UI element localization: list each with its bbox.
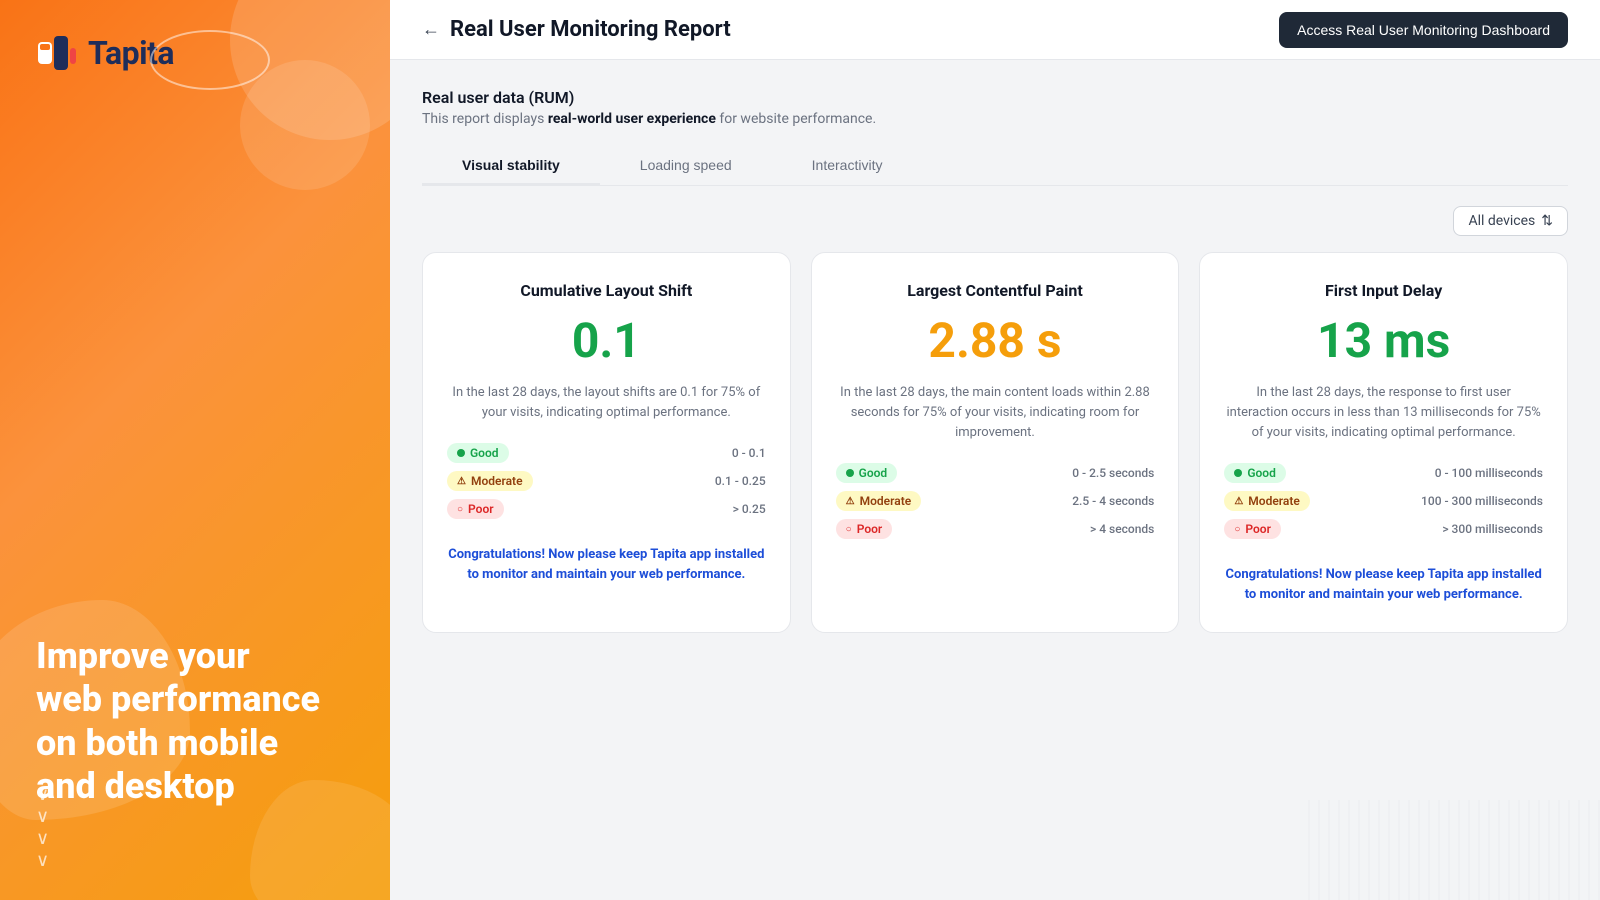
lcp-badge-poor: ○ Poor xyxy=(836,519,893,539)
fid-range-moderate: 100 - 300 milliseconds xyxy=(1421,494,1543,508)
cls-ratings: Good 0 - 0.1 ⚠ Moderate 0.1 - 0.25 ○ xyxy=(447,443,766,527)
fid-congrats: Congratulations! Now please keep Tapita … xyxy=(1224,565,1543,604)
tagline-text: Improve yourweb performanceon both mobil… xyxy=(36,635,354,808)
cls-badge-moderate: ⚠ Moderate xyxy=(447,471,533,491)
cls-description: In the last 28 days, the layout shifts a… xyxy=(447,383,766,423)
rum-section-title: Real user data (RUM) xyxy=(422,88,1568,107)
fid-rating-good: Good 0 - 100 milliseconds xyxy=(1224,463,1543,483)
fid-badge-good: Good xyxy=(1224,463,1286,483)
logo-area: Tapita xyxy=(36,32,354,74)
fid-range-poor: > 300 milliseconds xyxy=(1442,522,1543,536)
access-dashboard-button[interactable]: Access Real User Monitoring Dashboard xyxy=(1279,12,1568,48)
lcp-rating-moderate: ⚠ Moderate 2.5 - 4 seconds xyxy=(836,491,1155,511)
fid-description: In the last 28 days, the response to fir… xyxy=(1224,383,1543,443)
tab-interactivity[interactable]: Interactivity xyxy=(772,147,923,185)
cls-rating-good: Good 0 - 0.1 xyxy=(447,443,766,463)
fid-badge-moderate: ⚠ Moderate xyxy=(1224,491,1310,511)
fid-rating-moderate: ⚠ Moderate 100 - 300 milliseconds xyxy=(1224,491,1543,511)
cls-range-poor: > 0.25 xyxy=(733,502,766,516)
fid-title: First Input Delay xyxy=(1325,281,1442,300)
report-title: Real User Monitoring Report xyxy=(450,17,731,42)
cls-rating-poor: ○ Poor > 0.25 xyxy=(447,499,766,519)
tabs-row: Visual stability Loading speed Interacti… xyxy=(422,147,1568,186)
poor-icon: ○ xyxy=(1234,524,1240,535)
fid-value: 13 ms xyxy=(1317,312,1450,369)
cls-range-good: 0 - 0.1 xyxy=(732,446,766,460)
right-panel: ← Real User Monitoring Report Access Rea… xyxy=(390,0,1600,900)
lcp-range-good: 0 - 2.5 seconds xyxy=(1072,466,1154,480)
cls-badge-poor: ○ Poor xyxy=(447,499,504,519)
metric-cards-row: Cumulative Layout Shift 0.1 In the last … xyxy=(422,252,1568,633)
lcp-value: 2.88 s xyxy=(928,312,1061,369)
device-selector-label: All devices xyxy=(1468,213,1535,229)
metric-card-cls: Cumulative Layout Shift 0.1 In the last … xyxy=(422,252,791,633)
poor-icon: ○ xyxy=(457,504,463,515)
cls-badge-good: Good xyxy=(447,443,509,463)
moderate-icon: ⚠ xyxy=(457,476,466,487)
good-dot xyxy=(457,449,465,457)
poor-icon: ○ xyxy=(846,524,852,535)
rum-header: Real user data (RUM) This report display… xyxy=(422,88,1568,127)
report-title-area: ← Real User Monitoring Report xyxy=(422,17,731,42)
lcp-ratings: Good 0 - 2.5 seconds ⚠ Moderate 2.5 - 4 … xyxy=(836,463,1155,547)
cls-congrats: Congratulations! Now please keep Tapita … xyxy=(447,545,766,584)
lcp-range-poor: > 4 seconds xyxy=(1090,522,1154,536)
tapita-logo-icon xyxy=(36,32,78,74)
cls-title: Cumulative Layout Shift xyxy=(520,281,692,300)
metric-card-lcp: Largest Contentful Paint 2.88 s In the l… xyxy=(811,252,1180,633)
tab-visual-stability[interactable]: Visual stability xyxy=(422,147,600,185)
cls-value: 0.1 xyxy=(572,312,641,369)
device-selector[interactable]: All devices ⇅ xyxy=(1453,206,1568,236)
lcp-rating-good: Good 0 - 2.5 seconds xyxy=(836,463,1155,483)
lcp-badge-good: Good xyxy=(836,463,898,483)
device-selector-arrow: ⇅ xyxy=(1541,213,1553,229)
cls-range-moderate: 0.1 - 0.25 xyxy=(715,474,766,488)
chevron-4: ∨ xyxy=(36,852,49,870)
tab-loading-speed[interactable]: Loading speed xyxy=(600,147,772,185)
fid-ratings: Good 0 - 100 milliseconds ⚠ Moderate 100… xyxy=(1224,463,1543,547)
brand-name: Tapita xyxy=(88,34,174,72)
lcp-badge-moderate: ⚠ Moderate xyxy=(836,491,922,511)
moderate-icon: ⚠ xyxy=(1234,496,1243,507)
chevron-2: ∨ xyxy=(36,808,49,826)
top-bar: ← Real User Monitoring Report Access Rea… xyxy=(390,0,1600,60)
lcp-title: Largest Contentful Paint xyxy=(907,281,1083,300)
good-dot xyxy=(1234,469,1242,477)
back-button[interactable]: ← xyxy=(422,19,440,40)
left-panel: Tapita Improve yourweb performanceon bot… xyxy=(0,0,390,900)
lcp-range-moderate: 2.5 - 4 seconds xyxy=(1072,494,1154,508)
lcp-description: In the last 28 days, the main content lo… xyxy=(836,383,1155,443)
fid-rating-poor: ○ Poor > 300 milliseconds xyxy=(1224,519,1543,539)
cls-rating-moderate: ⚠ Moderate 0.1 - 0.25 xyxy=(447,471,766,491)
rum-section-desc: This report displays real-world user exp… xyxy=(422,111,1568,127)
fid-badge-poor: ○ Poor xyxy=(1224,519,1281,539)
good-dot xyxy=(846,469,854,477)
content-area: Real user data (RUM) This report display… xyxy=(390,60,1600,900)
moderate-icon: ⚠ xyxy=(846,496,855,507)
metric-card-fid: First Input Delay 13 ms In the last 28 d… xyxy=(1199,252,1568,633)
device-selector-row: All devices ⇅ xyxy=(422,206,1568,236)
bottom-decoration xyxy=(1300,800,1600,900)
lcp-rating-poor: ○ Poor > 4 seconds xyxy=(836,519,1155,539)
fid-range-good: 0 - 100 milliseconds xyxy=(1435,466,1543,480)
chevron-3: ∨ xyxy=(36,830,49,848)
